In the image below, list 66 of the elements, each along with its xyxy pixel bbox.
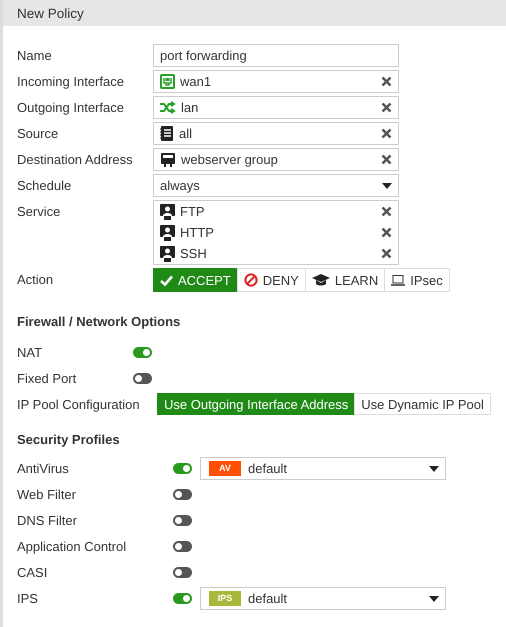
action-option[interactable]: DENY bbox=[236, 268, 306, 292]
prohibited-icon bbox=[244, 273, 258, 287]
check-icon bbox=[160, 274, 173, 286]
profile-label: Application Control bbox=[17, 538, 128, 556]
window-title: New Policy bbox=[17, 6, 84, 20]
option-label: IP Pool Configuration bbox=[17, 396, 141, 414]
remove-icon[interactable] bbox=[381, 154, 392, 165]
section-heading: Firewall / Network Options bbox=[17, 314, 182, 329]
section-heading: Security Profiles bbox=[17, 432, 121, 447]
selection-field[interactable]: all bbox=[153, 122, 399, 145]
selection-field[interactable]: FTP HTTP SSH bbox=[153, 200, 399, 265]
remove-icon[interactable] bbox=[381, 206, 392, 217]
caret-icon bbox=[382, 182, 392, 188]
monitor-user-icon bbox=[160, 204, 175, 220]
laptop-icon bbox=[391, 274, 406, 286]
address-book-icon bbox=[160, 126, 174, 141]
port-icon bbox=[160, 74, 175, 89]
toggle-switch[interactable] bbox=[173, 541, 192, 552]
toggle-switch[interactable] bbox=[173, 567, 192, 578]
option-label: Fixed Port bbox=[17, 370, 78, 388]
toggle-switch[interactable] bbox=[173, 489, 192, 500]
ip-pool-option[interactable]: Use Outgoing Interface Address bbox=[157, 393, 356, 415]
remove-icon[interactable] bbox=[381, 128, 392, 139]
caret-icon bbox=[429, 596, 439, 602]
option-label: NAT bbox=[17, 344, 44, 362]
toggle-switch[interactable] bbox=[133, 373, 152, 384]
action-option[interactable]: ACCEPT bbox=[153, 268, 238, 292]
field-label: Service bbox=[17, 203, 62, 221]
selection-field[interactable]: lan bbox=[153, 96, 399, 119]
remove-icon[interactable] bbox=[381, 102, 392, 113]
monitor-user-icon bbox=[160, 246, 175, 262]
profile-label: IPS bbox=[17, 590, 39, 608]
field-label: Incoming Interface bbox=[17, 73, 125, 91]
profile-dropdown[interactable]: IPS default bbox=[200, 587, 446, 610]
remove-icon[interactable] bbox=[381, 227, 392, 238]
profile-dropdown[interactable]: AV default bbox=[200, 457, 446, 480]
field-label: Source bbox=[17, 125, 60, 143]
action-option[interactable]: IPsec bbox=[384, 268, 450, 292]
toggle-switch[interactable] bbox=[133, 347, 152, 358]
field-label: Name bbox=[17, 47, 53, 65]
toggle-switch[interactable] bbox=[173, 515, 192, 526]
profile-label: DNS Filter bbox=[17, 512, 78, 530]
selection-field[interactable]: webserver group bbox=[153, 148, 399, 171]
profile-label: AntiVirus bbox=[17, 460, 70, 478]
remove-icon[interactable] bbox=[381, 248, 392, 259]
selection-field[interactable]: wan1 bbox=[153, 70, 399, 93]
profile-badge: AV bbox=[209, 461, 241, 476]
caret-icon bbox=[429, 466, 439, 472]
profile-badge: IPS bbox=[209, 591, 241, 606]
schedule-dropdown[interactable]: always bbox=[153, 174, 399, 197]
remove-icon[interactable] bbox=[381, 76, 392, 87]
toggle-switch[interactable] bbox=[173, 593, 192, 604]
field-label: Destination Address bbox=[17, 151, 134, 169]
ip-pool-option[interactable]: Use Dynamic IP Pool bbox=[354, 393, 491, 415]
address-group-icon bbox=[160, 152, 176, 166]
profile-label: Web Filter bbox=[17, 486, 77, 504]
graduation-cap-icon bbox=[312, 274, 330, 286]
action-option[interactable]: LEARN bbox=[304, 268, 386, 292]
field-label: Outgoing Interface bbox=[17, 99, 125, 117]
field-label: Schedule bbox=[17, 177, 72, 195]
toggle-switch[interactable] bbox=[173, 463, 192, 474]
monitor-user-icon bbox=[160, 224, 175, 240]
shuffle-icon bbox=[160, 101, 176, 114]
profile-label: CASI bbox=[17, 564, 48, 582]
name-field[interactable]: port forwarding bbox=[153, 44, 399, 67]
field-label: Action bbox=[17, 271, 54, 289]
